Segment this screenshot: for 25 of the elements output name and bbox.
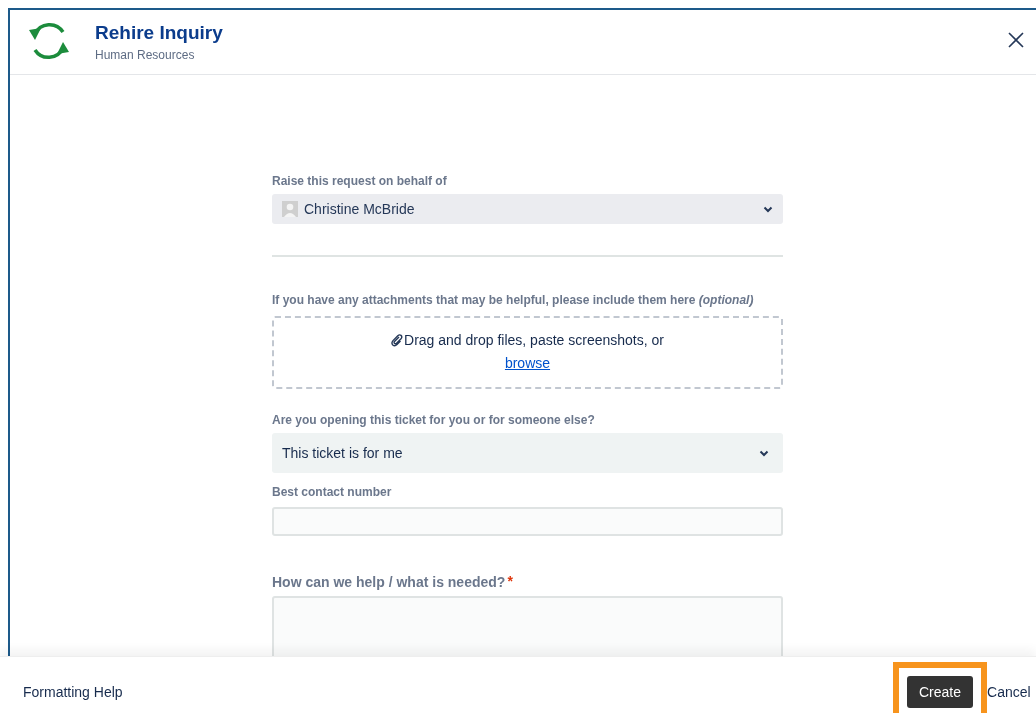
create-button[interactable]: Create bbox=[907, 676, 974, 708]
field-label: Are you opening this ticket for you or for someone else? bbox=[272, 413, 595, 427]
field-label: How can we help / what is needed? bbox=[272, 574, 506, 590]
cancel-button[interactable]: Cancel bbox=[987, 676, 1031, 708]
selected-option: This ticket is for me bbox=[282, 442, 403, 464]
file-dropzone[interactable]: Drag and drop files, paste screenshots, or browse bbox=[272, 316, 783, 389]
field-label: Best contact number bbox=[272, 485, 392, 499]
field-label: If you have any attachments that may be helpful, please include them here (optional) bbox=[272, 293, 754, 307]
formatting-help-link[interactable]: Formatting Help bbox=[23, 684, 123, 700]
dialog-title: Rehire Inquiry bbox=[95, 21, 223, 45]
input-field[interactable] bbox=[272, 507, 783, 536]
paperclip-icon bbox=[391, 333, 404, 347]
field-label: Raise this request on behalf of bbox=[272, 174, 447, 188]
dropzone-prompt: Drag and drop files, paste screenshots, or bbox=[404, 331, 664, 350]
browse-link[interactable]: browse bbox=[504, 354, 551, 372]
required-asterisk: * bbox=[507, 574, 513, 588]
chevron-down-icon bbox=[763, 205, 773, 213]
avatar-icon bbox=[282, 201, 298, 217]
dialog-subtitle: Human Resources bbox=[95, 48, 196, 62]
user-select[interactable]: Christine McBride bbox=[272, 194, 783, 224]
refresh-arrows-icon bbox=[27, 20, 71, 62]
select-field[interactable]: This ticket is for me bbox=[272, 433, 783, 473]
close-icon[interactable] bbox=[1008, 32, 1024, 48]
selected-user: Christine McBride bbox=[304, 199, 415, 219]
chevron-down-icon bbox=[759, 449, 769, 457]
